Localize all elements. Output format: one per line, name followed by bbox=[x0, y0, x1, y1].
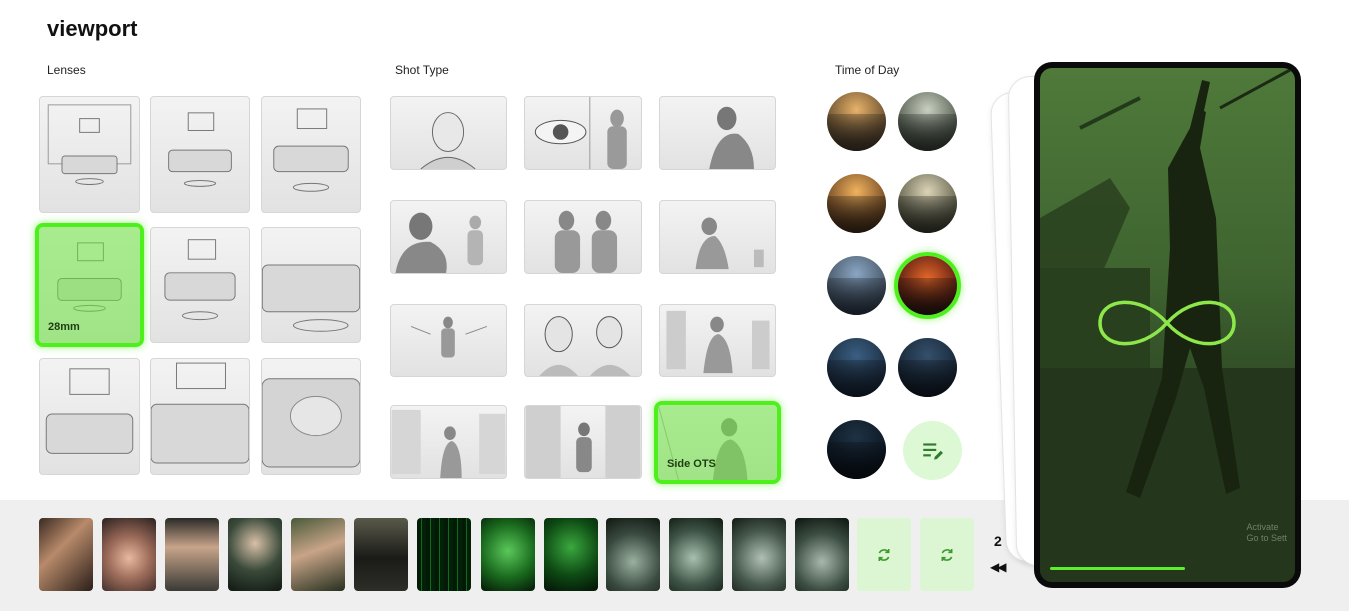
time-of-day-option[interactable] bbox=[827, 420, 886, 479]
lenses-label: Lenses bbox=[47, 63, 86, 77]
lens-option[interactable] bbox=[150, 227, 250, 343]
lens-option[interactable] bbox=[261, 227, 361, 343]
clip-thumbnail[interactable] bbox=[669, 518, 723, 591]
lens-option-selected[interactable]: 28mm bbox=[35, 223, 144, 347]
preview-scene bbox=[1040, 68, 1295, 582]
shot-type-option[interactable] bbox=[524, 200, 642, 274]
time-of-day-option[interactable] bbox=[898, 338, 957, 397]
shot-number: 2 bbox=[994, 533, 1002, 549]
clip-thumbnail[interactable] bbox=[732, 518, 786, 591]
room-sketch-icon bbox=[45, 368, 134, 454]
wide-figure-sketch-icon bbox=[410, 316, 488, 358]
clip-thumbnail[interactable] bbox=[606, 518, 660, 591]
regenerate-clip-button[interactable] bbox=[920, 518, 974, 591]
two-shot-sketch-icon bbox=[554, 210, 618, 273]
sitting-figure-sketch-icon bbox=[695, 217, 764, 270]
clip-thumbnail[interactable] bbox=[165, 518, 219, 591]
app-root: viewport Lenses Shot Type Time of Day 28… bbox=[0, 0, 1349, 611]
shot-type-option[interactable] bbox=[390, 304, 507, 377]
street-figure-sketch-icon bbox=[391, 409, 506, 478]
rewind-icon[interactable]: ◀◀ bbox=[990, 560, 1007, 574]
lens-option[interactable] bbox=[261, 358, 361, 475]
time-of-day-option-selected[interactable] bbox=[894, 252, 961, 319]
city-figure-sketch-icon bbox=[666, 310, 770, 374]
clip-thumbnail[interactable] bbox=[354, 518, 408, 591]
refresh-icon bbox=[941, 548, 953, 561]
shot-type-caption: Side OTS bbox=[667, 458, 716, 470]
time-of-day-option[interactable] bbox=[898, 174, 957, 233]
edit-list-icon bbox=[922, 442, 943, 460]
clip-thumbnail[interactable] bbox=[228, 518, 282, 591]
lens-option[interactable] bbox=[39, 96, 140, 213]
room-sketch-icon bbox=[262, 264, 360, 332]
clip-thumbnail[interactable] bbox=[481, 518, 535, 591]
room-sketch-icon bbox=[47, 104, 132, 185]
shot-type-option[interactable] bbox=[659, 304, 776, 377]
time-of-day-option[interactable] bbox=[827, 338, 886, 397]
lens-option[interactable] bbox=[261, 96, 361, 213]
clip-thumbnail[interactable] bbox=[544, 518, 598, 591]
shot-type-option[interactable] bbox=[390, 405, 507, 479]
shot-type-label: Shot Type bbox=[395, 63, 449, 77]
refresh-icon bbox=[878, 548, 890, 561]
shot-type-option[interactable] bbox=[524, 96, 642, 170]
room-sketch-icon bbox=[151, 362, 249, 464]
playback-progress[interactable] bbox=[1050, 567, 1185, 570]
two-faces-sketch-icon bbox=[539, 316, 631, 376]
room-sketch-icon bbox=[262, 378, 360, 468]
watermark-line: Activate bbox=[1246, 522, 1279, 532]
time-of-day-label: Time of Day bbox=[835, 63, 900, 77]
shot-type-option[interactable] bbox=[524, 405, 642, 479]
preview-screen: Activate Go to Sett bbox=[1040, 68, 1295, 582]
lens-caption: 28mm bbox=[48, 321, 80, 333]
clip-thumbnail[interactable] bbox=[795, 518, 849, 591]
face-closeup-sketch-icon bbox=[420, 112, 476, 169]
clip-thumbnail[interactable] bbox=[39, 518, 93, 591]
clip-thumbnail[interactable] bbox=[102, 518, 156, 591]
time-of-day-option[interactable] bbox=[898, 92, 957, 151]
activation-watermark: Activate Go to Sett bbox=[1246, 522, 1287, 544]
eye-closeup-sketch-icon bbox=[534, 97, 627, 169]
clip-thumbnail[interactable] bbox=[291, 518, 345, 591]
time-of-day-option[interactable] bbox=[827, 92, 886, 151]
room-sketch-icon bbox=[168, 112, 232, 187]
shot-type-option[interactable] bbox=[659, 96, 776, 170]
shot-type-option[interactable] bbox=[524, 304, 642, 377]
shot-type-option[interactable] bbox=[659, 200, 776, 274]
room-sketch-icon bbox=[273, 108, 349, 192]
lens-option[interactable] bbox=[39, 358, 140, 475]
shot-type-option[interactable] bbox=[390, 200, 507, 274]
time-of-day-option[interactable] bbox=[827, 256, 886, 315]
lens-option[interactable] bbox=[150, 358, 250, 475]
preview-phone[interactable]: Activate Go to Sett bbox=[1034, 62, 1301, 588]
regenerate-clip-button[interactable] bbox=[857, 518, 911, 591]
shot-type-option-selected[interactable]: Side OTS bbox=[654, 401, 781, 484]
room-sketch-icon bbox=[164, 239, 236, 321]
alley-figure-sketch-icon bbox=[525, 406, 641, 478]
edit-time-of-day-button[interactable] bbox=[903, 421, 962, 480]
clip-thumbnail[interactable] bbox=[417, 518, 471, 591]
shot-type-option[interactable] bbox=[390, 96, 507, 170]
app-title: viewport bbox=[47, 16, 138, 41]
lens-option[interactable] bbox=[150, 96, 250, 213]
ots-sketch-icon bbox=[395, 212, 484, 273]
time-of-day-option[interactable] bbox=[827, 174, 886, 233]
watermark-line: Go to Sett bbox=[1246, 533, 1287, 543]
profile-silhouette-sketch-icon bbox=[709, 106, 754, 169]
